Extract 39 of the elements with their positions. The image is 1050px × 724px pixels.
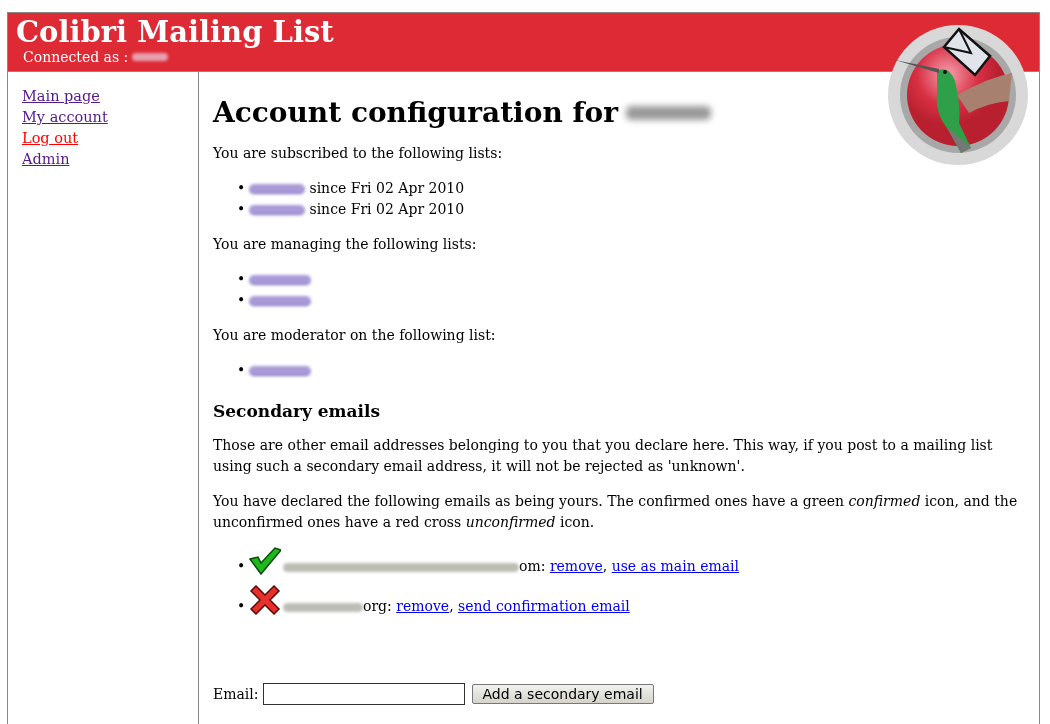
blurred-link[interactable] — [249, 296, 311, 306]
bullet: • — [237, 557, 247, 576]
intro-text: You are managing the following lists: — [213, 235, 478, 254]
email-suffix: org: — [363, 598, 392, 614]
section-heading: Secondary emails — [213, 401, 382, 421]
nav-link[interactable]: My account — [22, 107, 198, 128]
nav-link[interactable]: Admin — [22, 149, 198, 170]
blurred-text — [132, 53, 169, 61]
connected-label: Connected as : — [23, 49, 129, 65]
action-link[interactable]: remove — [396, 598, 450, 614]
blurred-link[interactable] — [249, 366, 311, 376]
since-text: since Fri 02 Apr 2010 — [309, 201, 465, 217]
separator-text: , — [449, 598, 454, 614]
bullet: • — [237, 361, 247, 380]
separator-text: , — [602, 558, 608, 574]
email-suffix: om: — [519, 558, 546, 574]
blurred-link[interactable] — [249, 205, 305, 215]
intro-text: You are subscribed to the following lists: — [213, 144, 504, 163]
intro-text: You are moderator on the following list: — [213, 326, 497, 345]
page-heading: Account configuration for — [213, 96, 618, 129]
email-label: Email: — [213, 684, 259, 704]
blurred-link[interactable] — [249, 275, 311, 285]
blurred-link[interactable] — [249, 184, 305, 194]
bullet: • — [237, 200, 247, 219]
nav-link[interactable]: Main page — [22, 86, 198, 107]
bullet: • — [237, 291, 247, 310]
bullet: • — [237, 179, 247, 198]
since-text: since Fri 02 Apr 2010 — [309, 180, 465, 196]
email-field[interactable] — [262, 683, 465, 705]
action-link[interactable]: send confirmation email — [458, 598, 630, 614]
paragraph: Those are other email addresses belonging to you that you declare here. This way, if you post to a mailing list using such a secondary email address, it will not be rejected as 'unknown'. — [213, 436, 994, 476]
action-link[interactable]: use as main email — [611, 558, 740, 574]
add-email-button[interactable]: Add a secondary email — [471, 684, 654, 704]
action-link[interactable]: remove — [549, 558, 603, 574]
nav-link[interactable]: Log out — [22, 128, 198, 149]
paragraph: You have declared the following emails as being yours. The confirmed ones have a green confirmed icon, and the unconfirmed ones have a red cross unconfirmed icon. — [213, 492, 1019, 532]
bullet: • — [237, 597, 247, 616]
site-title: Colibri Mailing List — [16, 15, 334, 49]
bullet: • — [237, 270, 247, 289]
